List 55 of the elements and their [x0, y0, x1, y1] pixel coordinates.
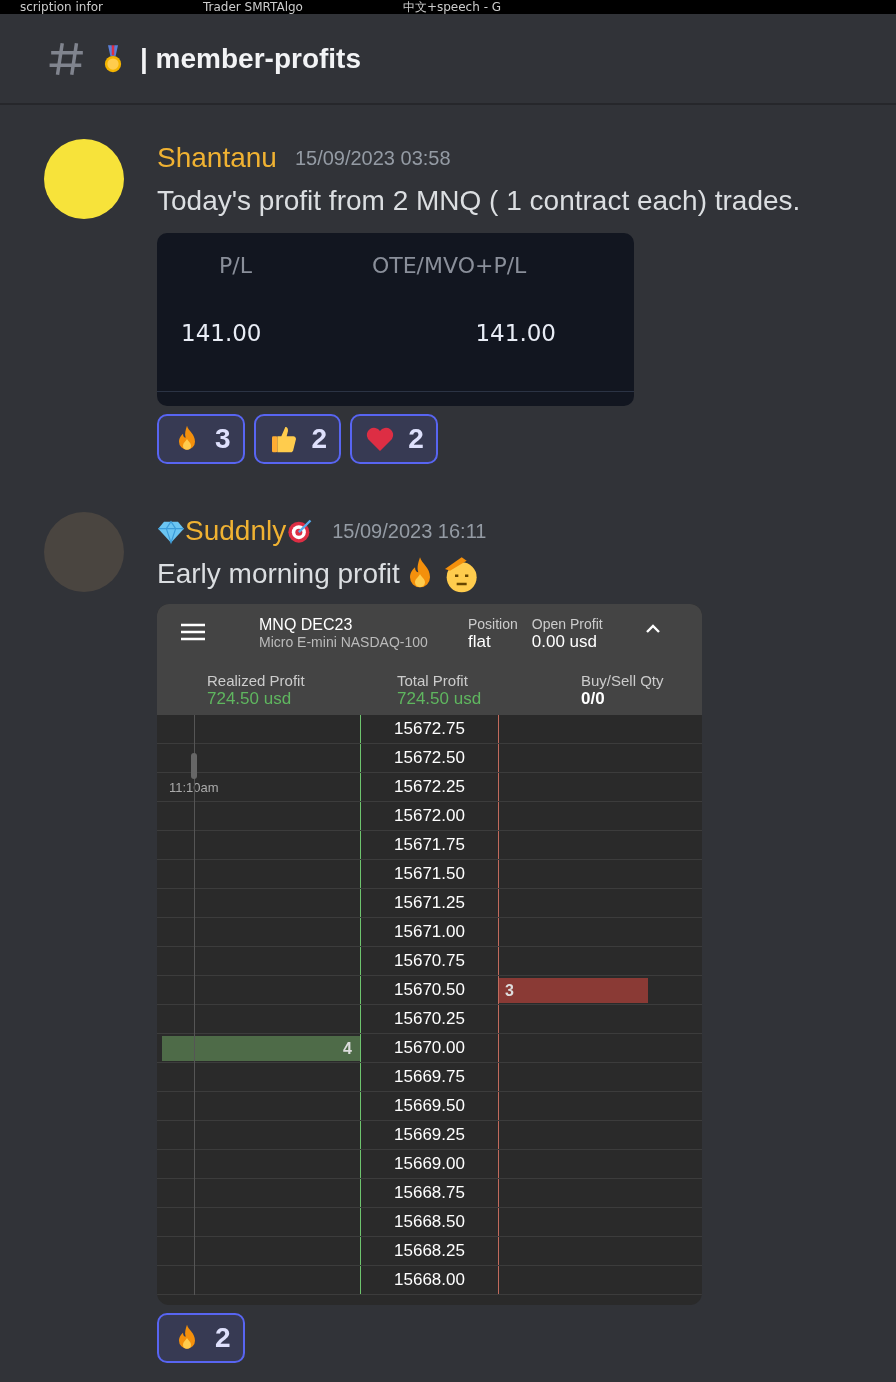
- price-cell: 15669.00: [394, 1154, 465, 1174]
- reaction-button[interactable]: 2: [350, 414, 438, 464]
- price-cell: 15671.25: [394, 893, 465, 913]
- stat-value: 0/0: [581, 689, 606, 709]
- price-cell: 15668.50: [394, 1212, 465, 1232]
- stat-value: 724.50 usd: [207, 689, 293, 709]
- price-cell: 15672.75: [394, 719, 465, 739]
- reaction-button[interactable]: 3: [157, 414, 245, 464]
- price-cell: 15670.25: [394, 1009, 465, 1029]
- symbol-description: Micro E-mini NASDAQ-100: [259, 634, 429, 650]
- price-cell: 15671.50: [394, 864, 465, 884]
- price-cell: 15672.25: [394, 777, 465, 797]
- reaction-button[interactable]: 2: [157, 1313, 245, 1363]
- reaction-button[interactable]: 2: [253, 414, 342, 464]
- username[interactable]: Suddnly: [185, 515, 287, 547]
- price-cell: 15671.00: [394, 922, 465, 942]
- stat-label: Open Profit: [531, 616, 603, 632]
- menu-icon[interactable]: [180, 622, 206, 642]
- timestamp: 15/09/2023 03:58: [294, 146, 451, 170]
- price-cell: 15669.25: [394, 1125, 465, 1145]
- price-cell: 15672.00: [394, 806, 465, 826]
- price-cell: 15668.00: [394, 1270, 465, 1290]
- browser-tab[interactable]: Trader SMRTAlgo: [183, 0, 323, 14]
- price-cell: 15669.50: [394, 1096, 465, 1116]
- stat-label: Realized Profit: [207, 672, 306, 689]
- stat-value: 724.50 usd: [397, 689, 483, 709]
- price-cell: 15668.75: [394, 1183, 465, 1203]
- price-cell: 15671.75: [394, 835, 465, 855]
- ask-quantity-bar: 3: [499, 977, 648, 1003]
- channel-name: | member-profits: [140, 42, 361, 75]
- timestamp: 15/09/2023 16:11: [332, 519, 487, 543]
- message-text: Today's profit from 2 MNQ ( 1 contract each) trades.: [157, 185, 801, 217]
- caret-icon[interactable]: [644, 624, 661, 634]
- browser-tab[interactable]: 中文+speech - G: [382, 0, 522, 14]
- column-header: OTE/MVO+P/L: [371, 253, 527, 278]
- price-cell: 15672.50: [394, 748, 465, 768]
- price-cell: 15670.75: [394, 951, 465, 971]
- stat-label: Buy/Sell Qty: [581, 672, 664, 689]
- price-cell: 15669.75: [394, 1067, 465, 1087]
- stat-value: 0.00 usd: [531, 632, 599, 652]
- symbol-name: MNQ DEC23: [259, 616, 354, 634]
- username[interactable]: Shantanu: [157, 142, 277, 174]
- drag-handle[interactable]: [191, 753, 197, 779]
- column-header: P/L: [219, 253, 252, 278]
- stat-label: Total Profit: [397, 672, 469, 689]
- table-cell: 141.00: [475, 320, 556, 346]
- bid-quantity-bar: 4: [162, 1035, 360, 1061]
- price-cell: 15670.00: [394, 1038, 465, 1058]
- stat-value: flat: [468, 632, 492, 652]
- browser-tab[interactable]: scription infor: [0, 0, 123, 14]
- table-cell: 141.00: [181, 320, 262, 346]
- stat-label: Position: [468, 616, 518, 632]
- message-text: Early morning profit: [157, 558, 400, 590]
- price-cell: 15668.25: [394, 1241, 465, 1261]
- price-cell: 15670.50: [394, 980, 465, 1000]
